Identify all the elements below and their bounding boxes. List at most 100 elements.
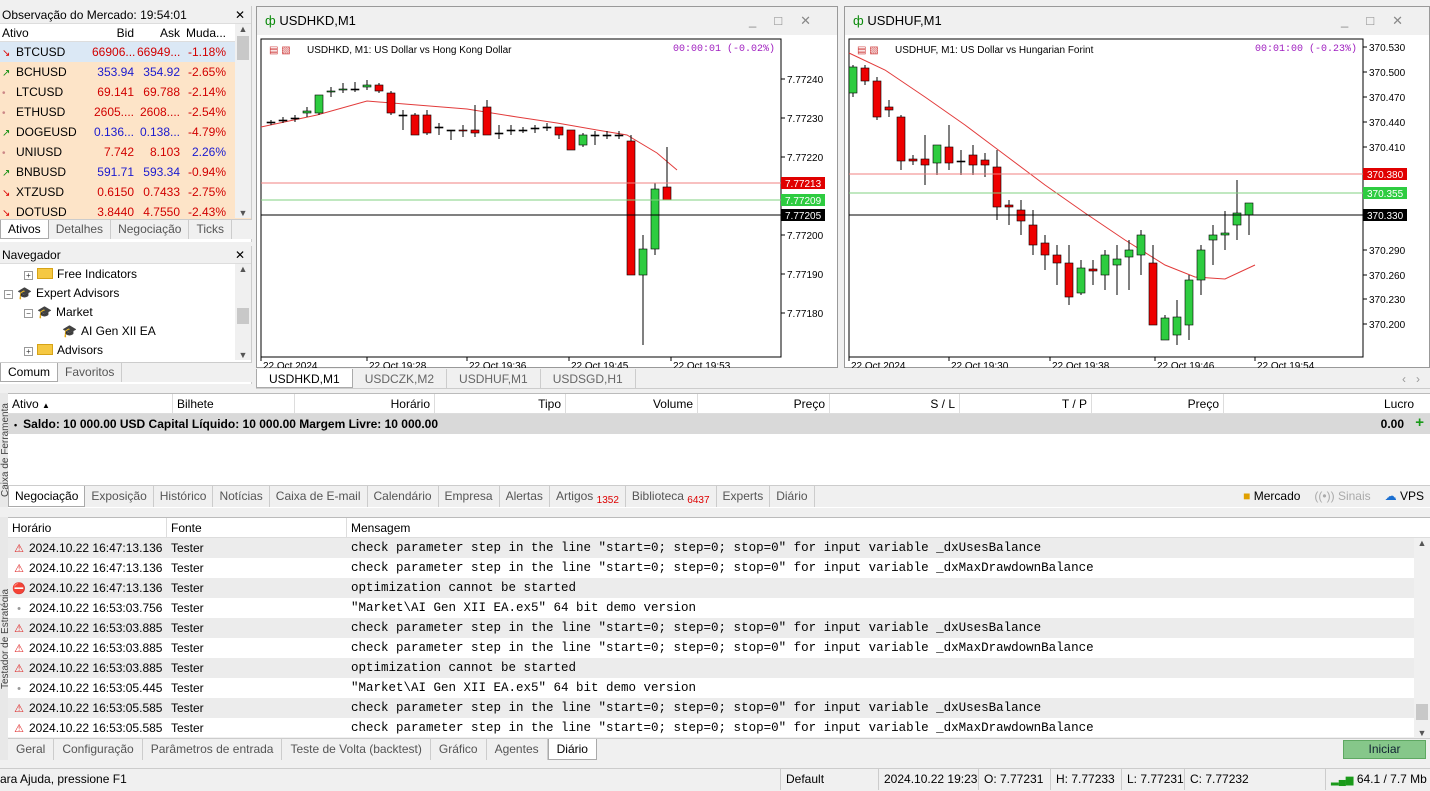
tab-negociacao[interactable]: Negociação — [8, 486, 86, 507]
journal-row[interactable]: • 2024.10.22 16:53:03.756 Tester "Market\AI… — [8, 598, 1430, 618]
col-change[interactable]: Muda... — [183, 24, 230, 41]
nav-market[interactable]: − 🎓 Market — [0, 303, 251, 322]
price-chart-usdhuf[interactable]: USDHUF, M1: US Dollar vs Hungarian Forin… — [845, 35, 1429, 368]
col-sl[interactable]: S / L — [830, 394, 960, 413]
journal-row[interactable]: ⚠ 2024.10.22 16:53:03.885 Tester check para… — [8, 618, 1430, 638]
col-ativo[interactable]: Ativo ▲ — [8, 394, 173, 413]
vps-link[interactable]: ☁ VPS — [1385, 486, 1424, 507]
chart-tab-usdsgd[interactable]: USDSGD,H1 — [541, 369, 636, 388]
nav-free-indicators[interactable]: + Free Indicators — [0, 265, 251, 284]
close-icon[interactable]: ✕ — [235, 246, 245, 264]
folder-icon — [37, 268, 53, 279]
market-watch-row[interactable]: ↗ DOGEUSD 0.136... 0.138... -4.79% — [0, 122, 251, 142]
tab-parametros[interactable]: Parâmetros de entrada — [143, 739, 283, 760]
chart-window-usdhuf[interactable]: ф USDHUF,M1 _□✕ USDHUF, M1: US Dollar vs… — [844, 6, 1430, 368]
tab-email[interactable]: Caixa de E-mail — [270, 486, 368, 507]
sinais-link[interactable]: ((•)) Sinais — [1314, 486, 1370, 507]
tab-artigos[interactable]: Artigos 1352 — [550, 486, 626, 507]
col-ask[interactable]: Ask — [137, 24, 183, 41]
candle-body — [506, 129, 516, 132]
window-controls[interactable]: _□✕ — [1341, 7, 1421, 35]
tab-experts[interactable]: Experts — [717, 486, 771, 507]
market-watch-row[interactable]: ↗ BCHUSD 353.94 354.92 -2.65% — [0, 62, 251, 82]
col-tipo[interactable]: Tipo — [435, 394, 566, 413]
col-preco2[interactable]: Preço — [1092, 394, 1224, 413]
collapse-icon[interactable]: − — [24, 309, 33, 318]
tab-noticias[interactable]: Notícias — [213, 486, 270, 507]
tab-favoritos[interactable]: Favoritos — [58, 363, 123, 382]
tab-negociacao[interactable]: Negociação — [111, 220, 190, 239]
journal-row[interactable]: ⚠ 2024.10.22 16:47:13.136 Tester check para… — [8, 558, 1430, 578]
col-mensagem[interactable]: Mensagem — [347, 518, 1430, 537]
symbol: ↘ BTCUSD — [0, 42, 92, 62]
market-watch-row[interactable]: • ETHUSD 2605.... 2608.... -2.54% — [0, 102, 251, 122]
col-ativo[interactable]: Ativo — [0, 24, 92, 41]
add-icon[interactable]: + — [1415, 414, 1424, 432]
profile-name[interactable]: Default — [780, 769, 878, 790]
tab-exposicao[interactable]: Exposição — [85, 486, 154, 507]
tab-historico[interactable]: Histórico — [154, 486, 214, 507]
close-icon[interactable]: ✕ — [235, 6, 245, 24]
journal-row[interactable]: ⚠ 2024.10.22 16:53:05.585 Tester check para… — [8, 698, 1430, 718]
nav-advisors[interactable]: + Advisors — [0, 341, 251, 360]
tab-comum[interactable]: Comum — [0, 363, 59, 382]
candle-body — [1220, 232, 1230, 236]
market-watch-scrollbar[interactable]: ▲ ▼ — [235, 24, 251, 218]
col-tp[interactable]: T / P — [960, 394, 1092, 413]
col-bilhete[interactable]: Bilhete — [173, 394, 295, 413]
navigator-scrollbar[interactable]: ▲ ▼ — [235, 264, 251, 360]
tab-empresa[interactable]: Empresa — [439, 486, 500, 507]
chart-tab-usdczk[interactable]: USDCZK,M2 — [353, 369, 448, 388]
journal-row[interactable]: ⚠ 2024.10.22 16:53:03.885 Tester check para… — [8, 638, 1430, 658]
col-fonte[interactable]: Fonte — [167, 518, 347, 537]
expand-icon[interactable]: + — [24, 271, 33, 280]
market-watch-row[interactable]: ↗ BNBUSD 591.71 593.34 -0.94% — [0, 162, 251, 182]
col-lucro[interactable]: Lucro — [1224, 394, 1418, 413]
col-bid[interactable]: Bid — [92, 24, 137, 41]
connection-status[interactable]: ▂▄▆ 64.1 / 7.7 Mb — [1325, 769, 1430, 790]
tab-grafico[interactable]: Gráfico — [431, 739, 487, 760]
tab-scroll-arrows[interactable]: ‹ › — [1402, 369, 1430, 388]
tab-geral[interactable]: Geral — [8, 739, 55, 760]
nav-expert-advisors[interactable]: − 🎓 Expert Advisors — [0, 284, 251, 303]
chart-tab-usdhuf[interactable]: USDHUF,M1 — [447, 369, 541, 388]
col-volume[interactable]: Volume — [566, 394, 698, 413]
tab-configuracao[interactable]: Configuração — [54, 739, 143, 760]
journal-scrollbar[interactable]: ▲ ▼ — [1414, 538, 1430, 738]
col-preco[interactable]: Preço — [698, 394, 830, 413]
candle-body — [566, 129, 576, 151]
nav-ai-gen-xii-ea[interactable]: 🎓 AI Gen XII EA — [0, 322, 251, 341]
market-watch-row[interactable]: • LTCUSD 69.141 69.788 -2.14% — [0, 82, 251, 102]
chart-window-usdhkd[interactable]: ф USDHKD,M1 _□✕ USDHKD, M1: US Dollar vs… — [256, 6, 838, 368]
journal-row[interactable]: ⚠ 2024.10.22 16:53:05.585 Tester check para… — [8, 718, 1430, 738]
tab-ticks[interactable]: Ticks — [189, 220, 232, 239]
journal-row[interactable]: • 2024.10.22 16:53:05.445 Tester "Market\AI… — [8, 678, 1430, 698]
tab-ativos[interactable]: Ativos — [0, 220, 49, 239]
tab-diario[interactable]: Diário — [547, 739, 597, 760]
window-controls[interactable]: _□✕ — [749, 7, 829, 35]
market-watch-row[interactable]: ↘ BTCUSD 66906... 66949... -1.18% — [0, 42, 251, 62]
journal-row[interactable]: ⚠ 2024.10.22 16:47:13.136 Tester check para… — [8, 538, 1430, 558]
chart-title-bar: ф USDHUF,M1 _□✕ — [845, 7, 1429, 35]
col-horario[interactable]: Horário — [295, 394, 435, 413]
tab-calendario[interactable]: Calendário — [368, 486, 439, 507]
price-chart-usdhkd[interactable]: USDHKD, M1: US Dollar vs Hong Kong Dolla… — [257, 35, 837, 368]
tab-diario[interactable]: Diário — [770, 486, 815, 507]
market-watch-header: Ativo Bid Ask Muda... — [0, 24, 251, 42]
chart-tab-usdhkd[interactable]: USDHKD,M1 — [256, 369, 353, 388]
start-button[interactable]: Iniciar — [1343, 740, 1426, 759]
tab-alertas[interactable]: Alertas — [500, 486, 550, 507]
market-watch-row[interactable]: ↘ XTZUSD 0.6150 0.7433 -2.75% — [0, 182, 251, 202]
tab-agentes[interactable]: Agentes — [487, 739, 548, 760]
mercado-link[interactable]: ■ Mercado — [1243, 486, 1300, 507]
tab-biblioteca[interactable]: Biblioteca 6437 — [626, 486, 717, 507]
collapse-icon[interactable]: − — [4, 290, 13, 299]
col-horario[interactable]: Horário — [8, 518, 167, 537]
tab-detalhes[interactable]: Detalhes — [49, 220, 112, 239]
expand-icon[interactable]: + — [24, 347, 33, 356]
journal-row[interactable]: ⛔ 2024.10.22 16:47:13.136 Tester optimizati… — [8, 578, 1430, 598]
journal-row[interactable]: ⚠ 2024.10.22 16:53:03.885 Tester optimizati… — [8, 658, 1430, 678]
market-watch-row[interactable]: • UNIUSD 7.742 8.103 2.26% — [0, 142, 251, 162]
warning-icon: ⚠ — [14, 623, 24, 635]
tab-backtest[interactable]: Teste de Volta (backtest) — [282, 739, 431, 760]
